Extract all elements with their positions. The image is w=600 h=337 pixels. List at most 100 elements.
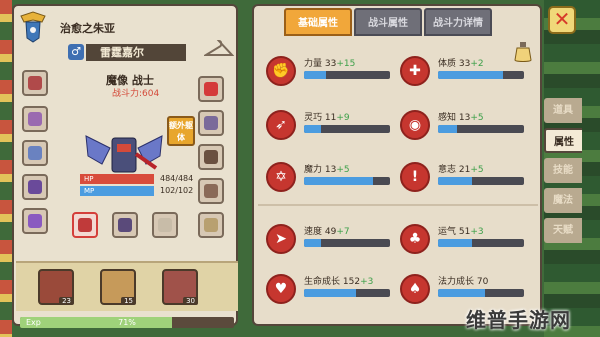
- tab-power-details[interactable]: 战斗力详情: [424, 8, 492, 36]
- side-tab-attributes[interactable]: 属性: [544, 128, 582, 153]
- wing-blade-icon: [28, 146, 42, 160]
- equip-slot-armor[interactable]: [22, 174, 48, 200]
- wing-icon: ➤: [266, 224, 296, 254]
- watermark-logo: 维普手游网: [466, 308, 571, 332]
- stat-name: 感知: [438, 113, 457, 123]
- crown-icon: [118, 218, 132, 232]
- helmet-icon: [28, 76, 42, 90]
- boots-icon: [204, 184, 218, 198]
- character-power: 战斗力:604: [112, 89, 160, 99]
- stat-perception: ◉ 感知 13+5: [400, 108, 525, 144]
- stat-name: 法力成长: [438, 277, 475, 287]
- stat-strength: ✊ 力量 33+15: [266, 54, 391, 90]
- equip-slot-boots[interactable]: [198, 178, 224, 204]
- side-tab-skills[interactable]: 技能: [544, 158, 582, 183]
- stat-base: 11: [324, 113, 337, 123]
- gloves-icon: [204, 116, 218, 130]
- exp-bar: Exp 71%: [20, 317, 234, 328]
- stat-bar: [438, 289, 524, 297]
- stat-base: 13: [458, 113, 471, 123]
- sword-icon: [78, 218, 92, 232]
- outfit-hanger-icon[interactable]: [204, 38, 234, 60]
- equip-slot-empty[interactable]: [152, 212, 178, 238]
- belt-icon: [204, 150, 218, 164]
- skill-strip: 23 15 30: [16, 261, 238, 311]
- mp-label: MP: [84, 187, 95, 195]
- stat-base: 21: [458, 165, 471, 175]
- hexagram-icon: ✡: [266, 162, 296, 192]
- equip-slot-gloves[interactable]: [198, 110, 224, 136]
- heart-icon: ♥: [266, 274, 296, 304]
- stat-bar: [438, 239, 524, 247]
- stat-bonus: +15: [336, 59, 356, 69]
- side-tab-talent[interactable]: 天赋: [544, 218, 582, 243]
- shell-icon: [28, 112, 42, 126]
- side-tab-items[interactable]: 道具: [544, 98, 582, 123]
- exp-percent: 71%: [118, 318, 136, 327]
- accessory-icon: [204, 218, 218, 232]
- stat-bonus: +3: [360, 277, 374, 287]
- tab-combat-attributes[interactable]: 战斗属性: [354, 8, 422, 36]
- guild-crest-icon: [20, 11, 46, 43]
- character-sprite: [85, 135, 163, 173]
- equip-slot-off-hand[interactable]: [112, 212, 138, 238]
- mp-value: 102/102: [160, 186, 194, 195]
- stat-base: 33: [458, 59, 471, 69]
- skill-level-1: 23: [59, 297, 74, 305]
- stat-bonus: +7: [336, 227, 350, 237]
- equip-slot-accessory[interactable]: [198, 212, 224, 238]
- side-menu: 道具 属性 技能 魔法 天赋: [544, 98, 586, 248]
- ring-icon: [28, 214, 42, 228]
- clover-icon: ♣: [400, 224, 430, 254]
- equip-slot-shoulder[interactable]: [22, 106, 48, 132]
- stat-bar: [438, 125, 524, 133]
- skill-slot-2[interactable]: 15: [100, 269, 136, 305]
- side-tab-magic[interactable]: 魔法: [544, 188, 582, 213]
- stat-bonus: +3: [470, 227, 484, 237]
- arm-icon: ✊: [266, 56, 296, 86]
- skill-level-3: 30: [183, 297, 198, 305]
- stat-dexterity: ➶ 灵巧 11+9: [266, 108, 391, 144]
- stat-base: 33: [324, 59, 337, 69]
- eye-icon: ◉: [400, 110, 430, 140]
- character-name: 雷霆嘉尔: [86, 44, 186, 61]
- skill-level-2: 15: [121, 297, 136, 305]
- stat-name: 灵巧: [304, 113, 323, 123]
- stat-base: 70: [476, 277, 489, 287]
- close-button[interactable]: ✕: [548, 6, 576, 34]
- section-divider: [258, 204, 538, 206]
- attribute-panel: 基础属性 战斗属性 战斗力详情 ✊ 力量 33+15 ✚ 体质 33+2 ➶ 灵…: [252, 4, 542, 326]
- stat-bar: [304, 71, 390, 79]
- mp-bar: MP: [80, 186, 154, 196]
- stat-base: 152: [342, 277, 361, 287]
- stat-will: ! 意志 21+5: [400, 160, 525, 196]
- stat-base: 51: [458, 227, 471, 237]
- armor-icon: [28, 180, 42, 194]
- hp-label: HP: [84, 175, 94, 183]
- equip-slot-ring[interactable]: [22, 208, 48, 234]
- skill-slot-3[interactable]: 30: [162, 269, 198, 305]
- equip-slot-belt[interactable]: [198, 144, 224, 170]
- tab-basic-attributes[interactable]: 基础属性: [284, 8, 352, 36]
- tree-icon: ♠: [400, 274, 430, 304]
- stat-base: 13: [324, 165, 337, 175]
- skill-slot-1[interactable]: 23: [38, 269, 74, 305]
- extra-body-badge[interactable]: 额外躯体: [167, 116, 195, 146]
- equip-slot-amulet[interactable]: [198, 76, 224, 102]
- gender-male-icon: ♂: [68, 44, 84, 60]
- equip-slot-main-hand[interactable]: [72, 212, 98, 238]
- stat-name: 体质: [438, 59, 457, 69]
- stat-luck: ♣ 运气 51+3: [400, 222, 525, 258]
- stat-name: 生命成长: [304, 277, 341, 287]
- stat-name: 魔力: [304, 165, 323, 175]
- equip-slot-helmet[interactable]: [22, 70, 48, 96]
- stat-name: 意志: [438, 165, 457, 175]
- stat-name: 速度: [304, 227, 323, 237]
- empty-slot-icon: [158, 218, 172, 232]
- stat-bar: [304, 289, 390, 297]
- run-icon: ➶: [266, 110, 296, 140]
- will-icon: !: [400, 162, 430, 192]
- equip-slot-weapon[interactable]: [22, 140, 48, 166]
- stat-bar: [438, 71, 524, 79]
- hp-bar: HP: [80, 174, 154, 184]
